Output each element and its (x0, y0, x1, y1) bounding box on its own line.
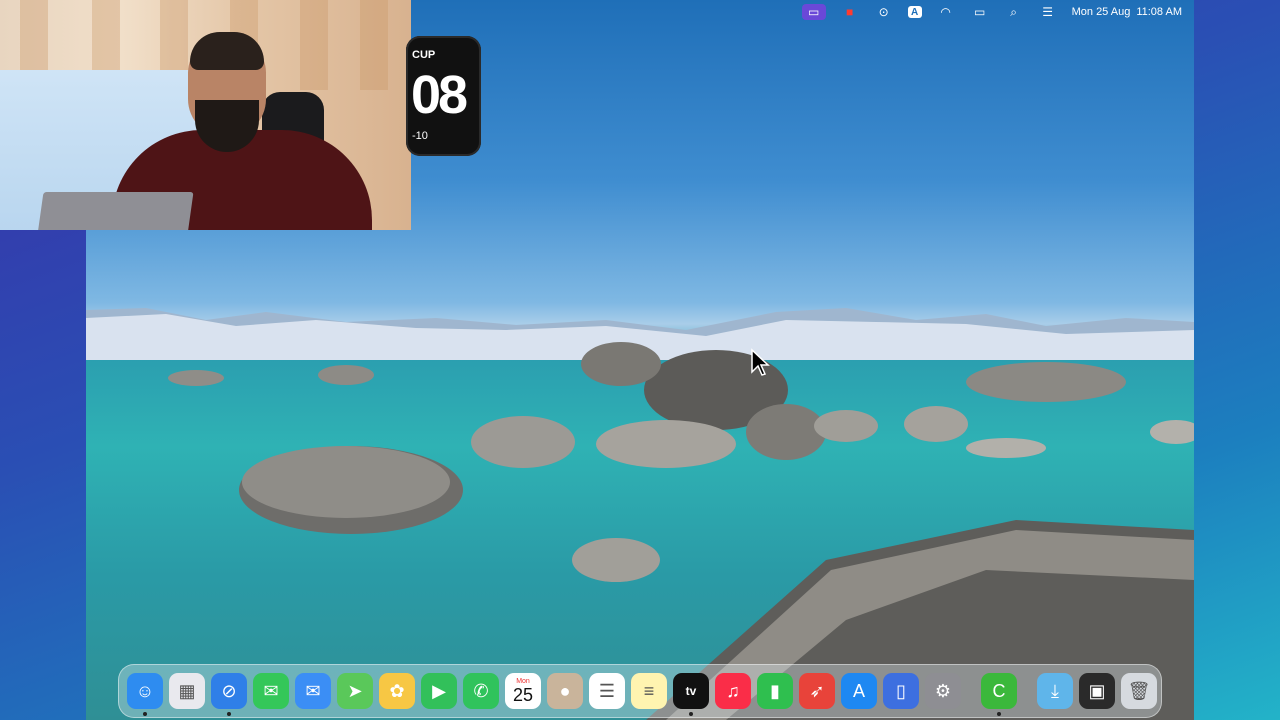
dock-app-store-icon[interactable]: A (841, 673, 877, 709)
dock-notes-icon[interactable]: ≡ (631, 673, 667, 709)
numbers-glyph: ▮ (770, 680, 780, 701)
dock-reminders-icon[interactable]: ☰ (589, 673, 625, 709)
music-glyph: ♫ (726, 680, 740, 701)
widget-bottom-label: -10 (412, 130, 428, 142)
dock-messages-icon[interactable]: ✉ (253, 673, 289, 709)
messages-glyph: ✉ (263, 680, 279, 701)
apple-tv-label: tv (685, 684, 697, 698)
notes-glyph: ≡ (643, 680, 655, 701)
dock: ☺ ▦ ⊘ ✉ ✉ ➤ ✿ ▶ ✆ Mon 25 ● ☰ ≡ tv ♫ ▮ ➶ A ▯ ⚙ C ⤓ ▣ 🗑 (118, 664, 1162, 718)
dock-launchpad-icon[interactable]: ▦ (169, 673, 205, 709)
maps-glyph: ➤ (347, 680, 363, 701)
menu-bar-time: 11:08 AM (1136, 6, 1182, 18)
dock-phone-icon[interactable]: ✆ (463, 673, 499, 709)
dock-contacts-icon[interactable]: ● (547, 673, 583, 709)
running-indicator (997, 712, 1001, 716)
dock-screenshot-folder-icon[interactable]: ▣ (1079, 673, 1115, 709)
desktop-widget[interactable]: CUP 08 -10 (406, 36, 481, 156)
window-blind (360, 0, 388, 90)
dock-system-settings-icon[interactable]: ⚙ (925, 673, 961, 709)
screen-recorder-icon[interactable]: ▭ (801, 4, 826, 20)
spotlight-search-icon[interactable]: ⌕ (1004, 4, 1024, 20)
reminders-glyph: ☰ (598, 680, 616, 701)
dock-mail-icon[interactable]: ✉ (295, 673, 331, 709)
running-indicator (227, 712, 231, 716)
safari-glyph: ⊘ (221, 680, 237, 701)
mouse-pointer-icon (751, 348, 770, 376)
wifi-icon[interactable]: ◠ (936, 4, 956, 20)
play-circle-icon[interactable]: ⊙ (874, 4, 894, 20)
screenshot-folder-glyph: ▣ (1088, 680, 1106, 701)
lake-rocks (168, 342, 1194, 720)
phone-glyph: ✆ (473, 680, 489, 701)
menu-bar-date: Mon 25 Aug (1071, 6, 1131, 18)
widget-top-label: CUP (412, 49, 436, 61)
dock-downloads-folder-icon[interactable]: ⤓ (1037, 673, 1073, 709)
launchpad-glyph: ▦ (178, 680, 196, 701)
dock-iphone-mirroring-icon[interactable]: ▯ (883, 673, 919, 709)
finder-glyph: ☺ (135, 680, 155, 701)
dock-facetime-icon[interactable]: ▶ (421, 673, 457, 709)
laptop (36, 192, 194, 230)
dock-apple-tv-icon[interactable]: tv (673, 673, 709, 716)
mail-glyph: ✉ (305, 680, 321, 701)
battery-icon[interactable]: ▭ (970, 4, 990, 20)
calendar-day: 25 (512, 685, 534, 705)
iphone-mirroring-glyph: ▯ (896, 680, 906, 701)
dock-finder-icon[interactable]: ☺ (127, 673, 163, 716)
dock-numbers-icon[interactable]: ▮ (757, 673, 793, 709)
system-settings-glyph: ⚙ (934, 680, 952, 701)
facetime-glyph: ▶ (432, 680, 446, 701)
input-source-icon[interactable]: A (907, 6, 922, 18)
red-record-icon[interactable]: ■ (840, 4, 860, 20)
running-indicator (143, 712, 147, 716)
dock-music-icon[interactable]: ♫ (715, 673, 751, 709)
dock-photos-icon[interactable]: ✿ (379, 673, 415, 709)
dock-calendar-icon[interactable]: Mon 25 (505, 673, 541, 709)
trash-glyph: 🗑 (1127, 680, 1151, 701)
dock-rocket-typist-icon[interactable]: ➶ (799, 673, 835, 709)
presenter-hair (190, 32, 264, 70)
webcam-overlay (0, 0, 411, 230)
contacts-glyph: ● (559, 680, 571, 701)
window-blind (300, 0, 328, 90)
photos-glyph: ✿ (389, 680, 405, 701)
dock-trash-icon[interactable]: 🗑 (1121, 673, 1157, 709)
dock-maps-icon[interactable]: ➤ (337, 673, 373, 709)
widget-main-number: 08 (411, 65, 468, 125)
camtasia-glyph: C (992, 680, 1006, 701)
rocket-typist-glyph: ➶ (809, 680, 825, 701)
dock-camtasia-icon[interactable]: C (981, 673, 1017, 716)
app-store-glyph: A (852, 680, 865, 701)
downloads-folder-glyph: ⤓ (1051, 680, 1059, 701)
menu-bar-clock[interactable]: Mon 25 Aug 11:08 AM (1072, 6, 1182, 18)
dock-safari-icon[interactable]: ⊘ (211, 673, 247, 716)
running-indicator (689, 712, 693, 716)
control-center-icon[interactable]: ☰ (1038, 4, 1058, 20)
